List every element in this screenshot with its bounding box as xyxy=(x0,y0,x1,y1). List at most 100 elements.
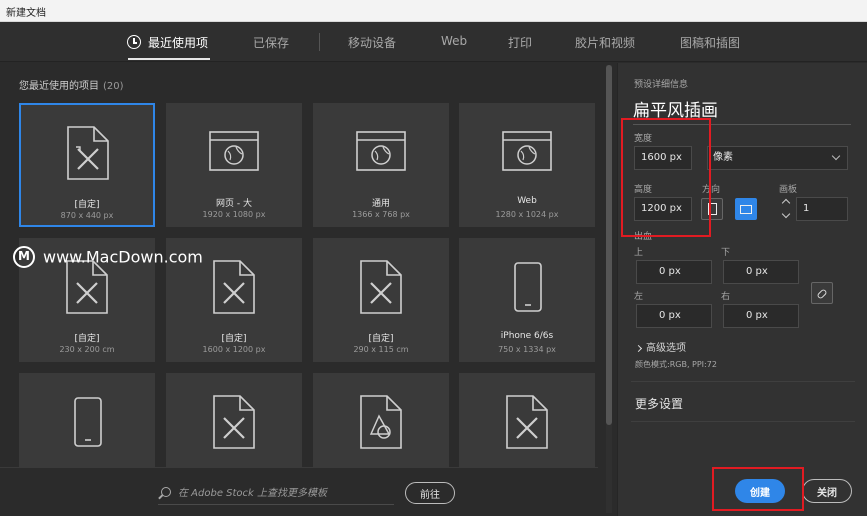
shapes-doc-icon xyxy=(360,395,402,449)
unit-select[interactable]: 像素 xyxy=(707,146,848,170)
preset-card-web[interactable]: Web 1280 x 1024 px xyxy=(459,103,595,227)
portrait-icon xyxy=(708,203,717,215)
clock-icon xyxy=(127,35,141,49)
active-tab-underline xyxy=(128,58,210,60)
web-page-icon xyxy=(356,131,406,171)
preset-size: 230 x 200 cm xyxy=(59,345,115,354)
search-icon xyxy=(161,487,171,497)
orientation-label: 方向 xyxy=(702,185,721,195)
preset-card-common[interactable]: 通用 1366 x 768 px xyxy=(313,103,449,227)
preset-card-custom-870[interactable]: [自定] 870 x 440 px xyxy=(19,103,155,227)
divider xyxy=(631,381,855,382)
chevron-right-icon xyxy=(634,344,643,353)
preset-size: 1366 x 768 px xyxy=(352,210,410,219)
scrollbar-thumb[interactable] xyxy=(606,65,612,425)
bleed-top-input[interactable]: 0 px xyxy=(636,260,712,284)
recent-section-title: 您最近使用的项目 (20) xyxy=(19,77,124,92)
category-tabs: 最近使用项 已保存 移动设备 Web 打印 胶片和视频 图稿和插图 xyxy=(0,22,867,62)
preset-name: [自定] xyxy=(368,334,394,344)
bleed-bottom-input[interactable]: 0 px xyxy=(723,260,799,284)
preset-card-web-large[interactable]: 网页 - 大 1920 x 1080 px xyxy=(166,103,302,227)
recent-count: (20) xyxy=(103,81,124,92)
preset-card-iphone[interactable]: iPhone 6/6s 750 x 1334 px xyxy=(459,238,595,362)
create-button[interactable]: 创建 xyxy=(735,479,785,503)
tab-saved[interactable]: 已保存 xyxy=(253,34,289,51)
preset-name: Web xyxy=(517,196,537,206)
width-label: 宽度 xyxy=(634,134,653,144)
bleed-bottom-label: 下 xyxy=(721,248,731,258)
orientation-portrait-button[interactable] xyxy=(701,198,723,220)
web-page-icon xyxy=(502,131,552,171)
stock-search-bar: 前往 xyxy=(0,467,598,516)
go-button[interactable]: 前往 xyxy=(405,482,455,504)
preset-name: 网页 - 大 xyxy=(216,199,252,209)
custom-doc-icon xyxy=(360,260,402,314)
artboard-label: 画板 xyxy=(779,185,798,195)
landscape-icon xyxy=(740,205,752,214)
preset-card-custom-r3b[interactable] xyxy=(459,373,595,468)
stock-search-field xyxy=(158,481,394,505)
preset-size: 870 x 440 px xyxy=(60,211,114,220)
recent-items-panel: 您最近使用的项目 (20) [自定] 870 x 440 px 网页 - 大 19… xyxy=(0,63,617,516)
phone-icon xyxy=(514,262,542,312)
preset-size: 290 x 115 cm xyxy=(353,345,409,354)
preset-card-shapes[interactable] xyxy=(313,373,449,468)
chevron-down-icon xyxy=(831,151,841,161)
preset-card-custom-r3[interactable] xyxy=(166,373,302,468)
custom-doc-icon xyxy=(213,395,255,449)
preset-card-phone[interactable] xyxy=(19,373,155,468)
presets-scrollbar[interactable] xyxy=(606,65,612,513)
tab-mobile[interactable]: 移动设备 xyxy=(348,34,396,51)
preset-details-panel: 预设详细信息 扁平风插画 宽度 1600 px 像素 高度 1200 px 方向… xyxy=(617,63,867,516)
bleed-top-label: 上 xyxy=(634,248,644,258)
tab-film-video[interactable]: 胶片和视频 xyxy=(575,34,635,51)
advanced-options-toggle[interactable]: 高级选项 xyxy=(634,339,686,354)
bleed-left-label: 左 xyxy=(634,292,644,302)
tab-recent[interactable]: 最近使用项 xyxy=(148,34,208,51)
preset-name-field[interactable]: 扁平风插画 xyxy=(633,96,851,125)
preset-size: 750 x 1334 px xyxy=(498,345,556,354)
web-page-icon xyxy=(209,131,259,171)
tab-web[interactable]: Web xyxy=(441,34,467,48)
bleed-label: 出血 xyxy=(634,232,653,242)
artboard-stepper[interactable] xyxy=(781,197,793,221)
tab-print[interactable]: 打印 xyxy=(508,34,532,51)
watermark-text: www.MacDown.com xyxy=(43,247,203,267)
watermark: www.MacDown.com xyxy=(13,246,203,268)
custom-doc-icon xyxy=(67,126,109,180)
width-input[interactable]: 1600 px xyxy=(634,146,692,170)
height-label: 高度 xyxy=(634,185,653,195)
details-section-title: 预设详细信息 xyxy=(634,80,689,90)
close-button[interactable]: 关闭 xyxy=(802,479,852,503)
preset-name: [自定] xyxy=(74,200,100,210)
more-settings-link[interactable]: 更多设置 xyxy=(635,395,683,412)
preset-size: 1280 x 1024 px xyxy=(495,210,559,219)
orientation-landscape-button[interactable] xyxy=(735,198,757,220)
tab-art-illustration[interactable]: 图稿和插图 xyxy=(680,34,740,51)
divider xyxy=(631,421,855,422)
advanced-options-label: 高级选项 xyxy=(646,343,686,354)
artboard-input[interactable]: 1 xyxy=(796,197,848,221)
preset-size: 1600 x 1200 px xyxy=(202,345,266,354)
preset-card-custom-290[interactable]: [自定] 290 x 115 cm xyxy=(313,238,449,362)
macdown-logo-icon xyxy=(13,246,35,268)
preset-name: 通用 xyxy=(371,199,390,209)
height-input[interactable]: 1200 px xyxy=(634,197,692,221)
color-mode-info: 颜色模式:RGB, PPI:72 xyxy=(635,360,717,369)
phone-icon xyxy=(74,397,102,447)
preset-name: iPhone 6/6s xyxy=(500,331,554,341)
preset-name: [自定] xyxy=(221,334,247,344)
title-bar: 新建文档 xyxy=(0,0,867,22)
custom-doc-icon xyxy=(506,395,548,449)
link-bleed-icon[interactable] xyxy=(811,282,833,304)
stock-search-input[interactable] xyxy=(178,484,388,502)
tab-separator xyxy=(319,33,320,51)
preset-name: [自定] xyxy=(74,334,100,344)
preset-size: 1920 x 1080 px xyxy=(202,210,266,219)
window-title: 新建文档 xyxy=(6,8,46,19)
bleed-right-input[interactable]: 0 px xyxy=(723,304,799,328)
unit-select-value: 像素 xyxy=(713,152,733,163)
recent-title-text: 您最近使用的项目 xyxy=(19,81,99,92)
bleed-right-label: 右 xyxy=(721,292,731,302)
bleed-left-input[interactable]: 0 px xyxy=(636,304,712,328)
